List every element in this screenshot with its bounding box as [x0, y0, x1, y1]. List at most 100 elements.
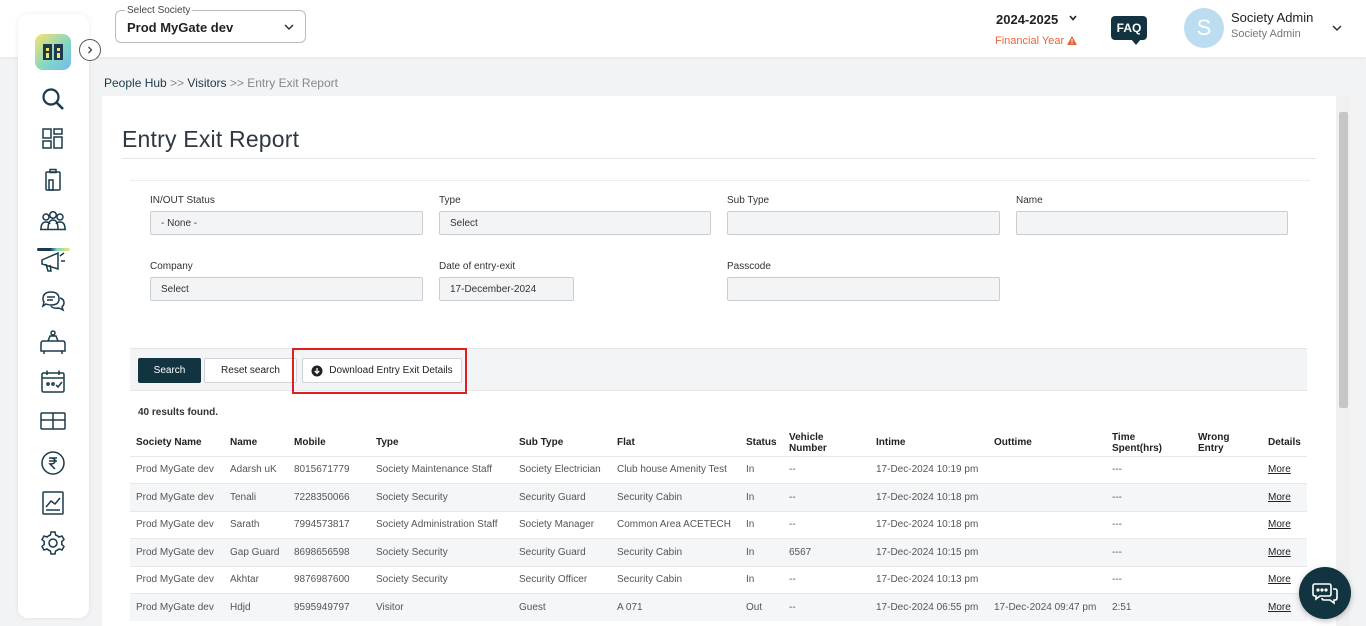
cell-outtime	[988, 538, 1106, 566]
report-icon[interactable]	[38, 488, 68, 518]
settings-icon[interactable]	[38, 528, 68, 558]
cell-time-spent: ---	[1106, 483, 1192, 511]
cell-mobile: 8698656598	[288, 538, 370, 566]
column-header[interactable]: Status	[740, 430, 783, 456]
breadcrumb-people-hub[interactable]: People Hub	[104, 76, 167, 90]
column-header[interactable]: Vehicle Number	[783, 430, 870, 456]
cell-flat: Security Cabin	[611, 538, 740, 566]
cell-name: Gap Guard	[224, 538, 288, 566]
table-row: Prod MyGate dev Tenali 7228350066 Societ…	[130, 483, 1307, 511]
chat-icon[interactable]	[38, 286, 68, 316]
breadcrumb-visitors[interactable]: Visitors	[187, 76, 226, 90]
column-header[interactable]: Name	[224, 430, 288, 456]
subtype-select[interactable]	[727, 211, 1000, 235]
user-menu-chevron-icon[interactable]	[1331, 22, 1343, 34]
cell-wrong-entry	[1192, 455, 1262, 484]
date-label: Date of entry-exit	[439, 261, 516, 272]
society-select[interactable]: Select Society Prod MyGate dev	[115, 5, 306, 43]
cell-status: Out	[740, 593, 783, 621]
type-select[interactable]: Select	[439, 211, 711, 235]
highlight-box	[292, 348, 467, 394]
more-link[interactable]: More	[1262, 510, 1307, 539]
column-header[interactable]: Mobile	[288, 430, 370, 456]
passcode-input[interactable]	[727, 277, 1000, 301]
breadcrumb-separator: >>	[170, 76, 185, 90]
cell-status: In	[740, 510, 783, 539]
app-logo[interactable]	[35, 34, 71, 70]
name-label: Name	[1016, 195, 1043, 206]
sidebar	[18, 14, 89, 618]
cell-vehicle: --	[783, 593, 870, 621]
column-header[interactable]: Details	[1262, 430, 1307, 456]
calendar-icon[interactable]	[38, 367, 68, 397]
column-header[interactable]: Wrong Entry	[1192, 430, 1262, 456]
cell-vehicle: --	[783, 565, 870, 594]
company-select[interactable]: Select	[150, 277, 423, 301]
cell-type: Society Security	[370, 565, 513, 594]
user-role: Society Admin	[1231, 28, 1301, 40]
cell-intime: 17-Dec-2024 10:15 pm	[870, 538, 988, 566]
entry-exit-table: Society Name Name Mobile Type Sub Type F…	[130, 430, 1307, 621]
more-link[interactable]: More	[1262, 455, 1307, 484]
cell-mobile: 9876987600	[288, 565, 370, 594]
avatar[interactable]: S	[1184, 8, 1224, 48]
chat-support-button[interactable]	[1299, 567, 1351, 619]
column-header[interactable]: Sub Type	[513, 430, 611, 456]
cell-vehicle: --	[783, 510, 870, 539]
name-input[interactable]	[1016, 211, 1288, 235]
cell-society: Prod MyGate dev	[130, 455, 224, 484]
cell-time-spent: ---	[1106, 455, 1192, 484]
building-icon[interactable]	[38, 165, 68, 195]
cell-time-spent: ---	[1106, 538, 1192, 566]
chevron-down-icon[interactable]	[1068, 13, 1078, 23]
more-link[interactable]: More	[1262, 538, 1307, 566]
chat-bubble-icon	[1312, 583, 1338, 605]
cell-time-spent: 2:51	[1106, 593, 1192, 621]
cell-wrong-entry	[1192, 483, 1262, 511]
inout-status-select[interactable]: - None -	[150, 211, 423, 235]
column-header[interactable]: Flat	[611, 430, 740, 456]
amenity-icon[interactable]	[38, 327, 68, 357]
column-header[interactable]: Type	[370, 430, 513, 456]
people-icon[interactable]	[38, 206, 68, 236]
cell-vehicle: --	[783, 483, 870, 511]
column-header[interactable]: Outtime	[988, 430, 1106, 456]
more-link[interactable]: More	[1262, 483, 1307, 511]
cell-wrong-entry	[1192, 593, 1262, 621]
column-header[interactable]: Society Name	[130, 430, 224, 456]
cell-intime: 17-Dec-2024 10:19 pm	[870, 455, 988, 484]
announcement-icon[interactable]	[38, 246, 68, 276]
reset-search-button[interactable]: Reset search	[204, 358, 297, 383]
society-select-value: Prod MyGate dev	[127, 20, 234, 35]
search-icon[interactable]	[38, 84, 68, 114]
inventory-icon[interactable]	[38, 406, 68, 436]
cell-intime: 17-Dec-2024 10:18 pm	[870, 510, 988, 539]
cell-outtime	[988, 455, 1106, 484]
cell-society: Prod MyGate dev	[130, 483, 224, 511]
date-input[interactable]: 17-December-2024	[439, 277, 574, 301]
table-row: Prod MyGate dev Adarsh uK 8015671779 Soc…	[130, 455, 1307, 484]
cell-mobile: 9595949797	[288, 593, 370, 621]
search-button[interactable]: Search	[138, 358, 201, 383]
cell-subtype: Security Guard	[513, 483, 611, 511]
column-header[interactable]: Time Spent(hrs)	[1106, 430, 1192, 456]
dashboard-icon[interactable]	[38, 124, 68, 154]
rupee-icon[interactable]	[38, 448, 68, 478]
cell-name: Sarath	[224, 510, 288, 539]
cell-mobile: 7228350066	[288, 483, 370, 511]
cell-name: Hdjd	[224, 593, 288, 621]
table-header-row: Society Name Name Mobile Type Sub Type F…	[130, 430, 1307, 456]
user-name: Society Admin	[1231, 10, 1314, 25]
cell-subtype: Guest	[513, 593, 611, 621]
table-row: Prod MyGate dev Hdjd 9595949797 Visitor …	[130, 593, 1307, 621]
cell-subtype: Society Electrician	[513, 455, 611, 484]
cell-subtype: Security Guard	[513, 538, 611, 566]
faq-button[interactable]: FAQ	[1111, 16, 1147, 45]
financial-year-select[interactable]: 2024-2025	[996, 12, 1058, 27]
financial-year-label-text: Financial Year	[995, 35, 1065, 47]
column-header[interactable]: Intime	[870, 430, 988, 456]
cell-society: Prod MyGate dev	[130, 565, 224, 594]
sidebar-expand-button[interactable]	[79, 39, 101, 61]
inout-status-label: IN/OUT Status	[150, 195, 215, 206]
scrollbar-thumb[interactable]	[1339, 112, 1348, 408]
